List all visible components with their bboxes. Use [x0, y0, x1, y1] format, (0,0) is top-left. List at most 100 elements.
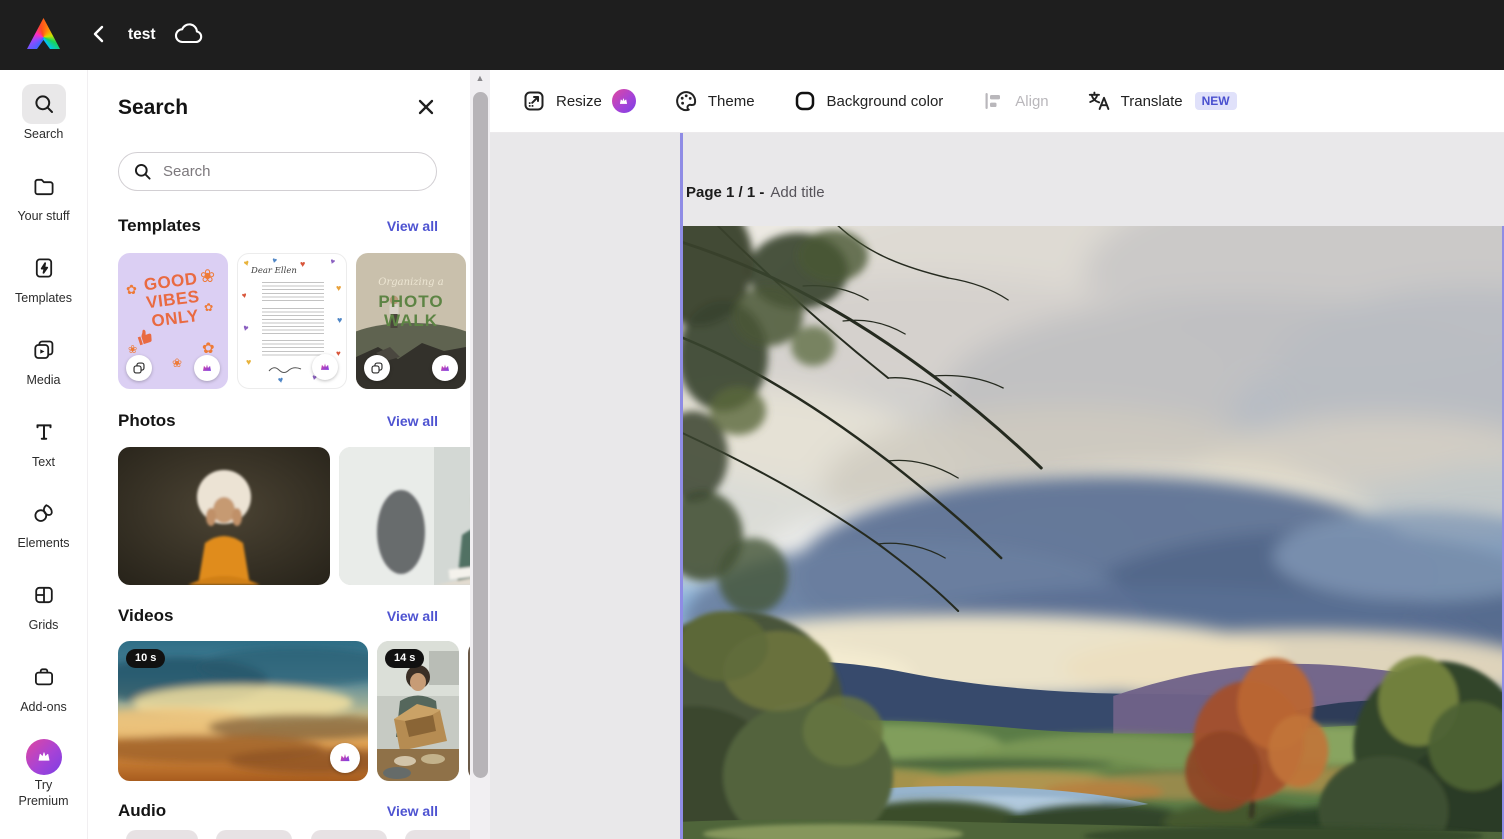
duplicate-template-button[interactable]	[364, 355, 390, 381]
theme-button[interactable]: Theme	[674, 89, 755, 113]
topbar: test	[0, 0, 1504, 70]
search-box[interactable]	[118, 152, 437, 191]
premium-crown-icon	[317, 359, 333, 375]
theme-icon	[674, 89, 698, 113]
cloud-sync-icon	[173, 20, 205, 48]
video-duration-badge: 10 s	[126, 649, 165, 668]
align-button[interactable]: Align	[981, 89, 1048, 113]
premium-crown-icon	[336, 749, 354, 767]
section-title-videos: Videos	[118, 606, 173, 626]
photo-woman-portrait[interactable]	[118, 447, 330, 585]
videos-section-header: Videos View all	[118, 606, 438, 626]
resize-label: Resize	[556, 93, 602, 110]
template-letter[interactable]: ♥ ♥ ♥ ♥ ♥ ♥ ♥ ♥ ♥ ♥ ♥ ♥ Dear Ellen	[237, 253, 347, 389]
heart-icon: ♥	[336, 350, 341, 358]
canvas-area[interactable]: Page 1 / 1 - Add title	[490, 133, 1504, 839]
translate-button[interactable]: Translate NEW	[1087, 89, 1237, 113]
page-label: Page 1 / 1 - Add title	[686, 184, 825, 201]
premium-crown-icon	[437, 360, 453, 376]
sidebar-item-search[interactable]: Search	[0, 84, 88, 166]
videos-row: 10 s	[118, 641, 470, 781]
photos-row	[118, 447, 470, 585]
new-badge: NEW	[1195, 92, 1237, 110]
premium-crown-badge	[330, 743, 360, 773]
premium-crown-badge	[312, 354, 338, 380]
view-all-videos-link[interactable]: View all	[387, 608, 438, 624]
add-ons-icon	[22, 657, 66, 697]
sidebar-item-label: Try Premium	[14, 778, 74, 809]
scrollbar-thumb[interactable]	[473, 92, 488, 778]
templates-row: ✿ ❀ ✿ ❀ ✿ ❀ GOOD VIBES ONLY	[118, 253, 470, 389]
resize-icon	[522, 89, 546, 113]
canvas-toolbar: Resize Theme Background color Align Tran…	[490, 70, 1504, 133]
flower-icon: ✿	[202, 341, 215, 356]
landscape-photo-art	[683, 226, 1504, 839]
sidebar-item-label: Templates	[15, 291, 72, 307]
search-icon	[22, 84, 66, 124]
heart-icon: ♥	[242, 323, 250, 333]
audio-item[interactable]	[126, 830, 198, 839]
back-chevron-icon	[89, 22, 111, 46]
panel-header: Search	[118, 96, 438, 120]
letter-text-lines	[262, 282, 324, 302]
audio-item[interactable]	[405, 830, 470, 839]
template-good-vibes[interactable]: ✿ ❀ ✿ ❀ ✿ ❀ GOOD VIBES ONLY	[118, 253, 228, 389]
grids-icon	[22, 575, 66, 615]
video-duration-badge: 14 s	[385, 649, 424, 668]
sidebar-item-elements[interactable]: Elements	[0, 493, 88, 575]
sidebar-item-your-stuff[interactable]: Your stuff	[0, 166, 88, 248]
heart-icon: ♥	[246, 358, 251, 367]
photo-man-desk[interactable]	[339, 447, 470, 585]
close-panel-button[interactable]	[414, 96, 438, 120]
duplicate-icon	[370, 361, 384, 375]
template-photo-walk[interactable]: Organizing a PHOTO WALK	[356, 253, 466, 389]
sidebar-item-grids[interactable]: Grids	[0, 575, 88, 657]
view-all-templates-link[interactable]: View all	[387, 218, 438, 234]
audio-section-header: Audio View all	[118, 801, 438, 821]
cloud-sync-button[interactable]	[172, 20, 206, 50]
template-text: GOOD VIBES ONLY	[119, 267, 227, 334]
letter-text-lines	[262, 308, 324, 334]
duplicate-template-button[interactable]	[126, 355, 152, 381]
photo-man-art	[339, 447, 470, 585]
video-unboxing[interactable]: 14 s	[377, 641, 459, 781]
adobe-express-logo[interactable]	[27, 18, 60, 49]
panel-scrollbar[interactable]: ▲	[470, 70, 490, 839]
background-color-button[interactable]: Background color	[793, 89, 944, 113]
search-input[interactable]	[161, 162, 422, 181]
document-title[interactable]: test	[128, 0, 156, 70]
text-icon	[22, 412, 66, 452]
audio-item[interactable]	[216, 830, 292, 839]
resize-button[interactable]: Resize	[522, 89, 636, 113]
premium-crown-icon	[199, 360, 215, 376]
sidebar-item-media[interactable]: Media	[0, 330, 88, 412]
panel-title: Search	[118, 96, 188, 120]
heart-icon: ♥	[300, 260, 305, 269]
sidebar-item-add-ons[interactable]: Add-ons	[0, 657, 88, 739]
premium-crown-badge	[194, 355, 220, 381]
background-color-label: Background color	[827, 93, 944, 110]
photo-woman-art	[118, 447, 330, 585]
templates-section-header: Templates View all	[118, 216, 438, 236]
heart-icon: ♥	[241, 292, 247, 301]
template-title: PHOTO WALK	[356, 293, 466, 330]
sidebar-item-try-premium[interactable]: Try Premium	[0, 739, 88, 839]
flower-icon: ❀	[172, 357, 182, 369]
video-sunset-sky[interactable]: 10 s	[118, 641, 368, 781]
sidebar-item-templates[interactable]: Templates	[0, 248, 88, 330]
page-title-placeholder[interactable]: Add title	[770, 184, 824, 201]
landscape-photo[interactable]	[683, 226, 1504, 839]
view-all-audio-link[interactable]: View all	[387, 803, 438, 819]
sidebar-item-label: Search	[24, 127, 64, 143]
audio-item[interactable]	[311, 830, 387, 839]
view-all-photos-link[interactable]: View all	[387, 413, 438, 429]
heart-icon: ♥	[243, 258, 251, 268]
sidebar-item-text[interactable]: Text	[0, 412, 88, 494]
sidebar: Search Your stuff Templates Media Text	[0, 70, 88, 839]
duplicate-icon	[132, 361, 146, 375]
templates-icon	[22, 248, 66, 288]
photos-section-header: Photos View all	[118, 411, 438, 431]
scroll-up-arrow-icon[interactable]: ▲	[470, 74, 490, 83]
back-button[interactable]	[88, 22, 112, 48]
heart-icon: ♥	[271, 257, 278, 266]
